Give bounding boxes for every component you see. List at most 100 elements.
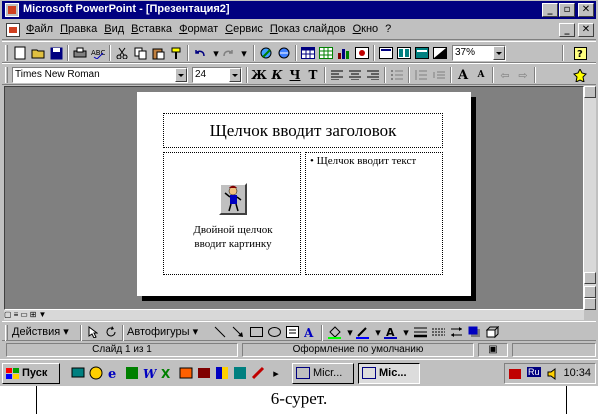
slideshow-view-icon[interactable]: ▼ [39, 310, 47, 320]
insert-chart-icon[interactable] [336, 45, 352, 61]
quicklaunch-ppt-icon[interactable] [178, 365, 194, 381]
print-icon[interactable] [72, 45, 88, 61]
align-center-icon[interactable] [347, 67, 363, 83]
quicklaunch-excel-icon[interactable] [124, 365, 140, 381]
copy-icon[interactable] [132, 45, 148, 61]
promote-icon[interactable]: ⇦ [497, 67, 513, 83]
next-slide-button[interactable] [584, 298, 596, 310]
title-placeholder[interactable]: Щелчок вводит заголовок [163, 113, 443, 148]
rectangle-icon[interactable] [248, 324, 264, 340]
font-color-icon[interactable]: A [382, 324, 398, 340]
taskbar-word-window[interactable]: Micr... [292, 363, 354, 384]
web-toolbar-icon[interactable] [276, 45, 292, 61]
free-rotate-icon[interactable] [103, 324, 119, 340]
menu-view[interactable]: Вид [104, 23, 124, 35]
menu-slideshow[interactable]: Показ слайдов [270, 23, 346, 35]
quicklaunch-ie-icon[interactable]: e [106, 365, 122, 381]
tray-volume-icon[interactable] [545, 366, 561, 382]
quicklaunch-paint-icon[interactable] [250, 365, 266, 381]
new-icon[interactable] [12, 45, 28, 61]
font-name-select[interactable]: Times New Roman [12, 67, 188, 83]
text-box-icon[interactable] [284, 324, 300, 340]
actions-menu[interactable]: Действия ▾ [12, 325, 69, 338]
toolbar-grip[interactable] [5, 67, 8, 83]
menu-edit[interactable]: Правка [60, 23, 97, 35]
format-painter-icon[interactable] [168, 45, 184, 61]
doc-close-button[interactable]: ✕ [578, 23, 594, 37]
underline-button[interactable]: Ч [287, 67, 303, 83]
bold-button[interactable]: Ж [251, 67, 267, 83]
toolbar-grip[interactable] [5, 325, 8, 341]
line-icon[interactable] [212, 324, 228, 340]
menu-window[interactable]: Окно [353, 23, 379, 35]
undo-icon[interactable] [192, 45, 208, 61]
scroll-thumb[interactable] [584, 272, 596, 284]
animation-effects-icon[interactable] [572, 67, 588, 83]
hyperlink-icon[interactable] [258, 45, 274, 61]
start-button[interactable]: Пуск [2, 363, 60, 384]
black-white-view-icon[interactable] [432, 45, 448, 61]
text-placeholder[interactable]: • Щелчок вводит текст [305, 152, 443, 275]
dash-style-icon[interactable] [430, 324, 446, 340]
line-color-icon[interactable] [354, 324, 370, 340]
tray-app-icon[interactable] [507, 366, 523, 382]
quicklaunch-outlook-icon[interactable] [88, 365, 104, 381]
redo-dropdown-icon[interactable]: ▾ [236, 45, 252, 61]
horizontal-scrollbar[interactable]: ▢ ≡ ▭ ⊞ ▼ [4, 310, 584, 320]
wordart-icon[interactable]: A [302, 324, 318, 340]
ellipse-icon[interactable] [266, 324, 282, 340]
paste-icon[interactable] [150, 45, 166, 61]
slide[interactable]: Щелчок вводит заголовок Двойной щелчок в… [137, 92, 471, 296]
maximize-button[interactable]: ▫ [559, 3, 575, 17]
vertical-scrollbar[interactable] [584, 86, 596, 310]
help-icon[interactable]: ? [572, 45, 588, 61]
shadow-button[interactable]: Т [305, 67, 321, 83]
quicklaunch-access-icon[interactable] [196, 365, 212, 381]
align-left-icon[interactable] [329, 67, 345, 83]
arrow-style-icon[interactable] [448, 324, 464, 340]
sorter-view-icon[interactable]: ⊞ [30, 310, 37, 320]
italic-button[interactable]: К [269, 67, 285, 83]
spelling-icon[interactable]: ABC [90, 45, 106, 61]
apply-design-icon[interactable] [414, 45, 430, 61]
arrow-icon[interactable] [230, 324, 246, 340]
menu-insert[interactable]: Вставка [131, 23, 172, 35]
slide-layout-icon[interactable] [396, 45, 412, 61]
quicklaunch-word-icon[interactable]: W [142, 365, 158, 381]
insert-excel-icon[interactable] [318, 45, 334, 61]
quicklaunch-desktop-icon[interactable] [70, 365, 86, 381]
insert-table-icon[interactable] [300, 45, 316, 61]
doc-minimize-button[interactable]: _ [559, 23, 575, 37]
increase-font-icon[interactable]: A [455, 67, 471, 83]
menu-tools[interactable]: Сервис [225, 23, 263, 35]
new-slide-icon[interactable] [378, 45, 394, 61]
chevron-down-icon[interactable] [229, 68, 241, 82]
spelling-status-icon[interactable]: ▣ [478, 343, 508, 357]
demote-icon[interactable]: ⇨ [515, 67, 531, 83]
chevron-down-icon[interactable] [493, 46, 505, 60]
bullets-icon[interactable] [389, 67, 405, 83]
document-icon[interactable] [6, 23, 20, 37]
open-icon[interactable] [30, 45, 46, 61]
align-right-icon[interactable] [365, 67, 381, 83]
save-icon[interactable] [48, 45, 64, 61]
outline-view-icon[interactable]: ≡ [14, 310, 19, 320]
quicklaunch-excel2-icon[interactable]: X [160, 365, 176, 381]
close-button[interactable]: ✕ [578, 3, 594, 17]
clipart-placeholder[interactable]: Двойной щелчок вводит картинку [163, 152, 301, 275]
decrease-font-icon[interactable]: A [473, 67, 489, 83]
toolbar-grip[interactable] [5, 45, 8, 61]
title-bar[interactable]: Microsoft PowerPoint - [Презентация2] _ … [2, 1, 596, 19]
menu-format[interactable]: Формат [179, 23, 218, 35]
fill-color-icon[interactable] [326, 324, 342, 340]
quicklaunch-more-icon[interactable]: ▸ [268, 365, 284, 381]
previous-slide-button[interactable] [584, 286, 596, 298]
quicklaunch-binder-icon[interactable] [214, 365, 230, 381]
slide-view-icon[interactable]: ▭ [20, 310, 28, 320]
shadow-style-icon[interactable] [466, 324, 482, 340]
decrease-spacing-icon[interactable] [431, 67, 447, 83]
powerpoint-app-icon[interactable] [5, 3, 19, 17]
redo-icon[interactable] [220, 45, 236, 61]
menu-help[interactable]: ? [385, 23, 391, 35]
quicklaunch-publisher-icon[interactable] [232, 365, 248, 381]
